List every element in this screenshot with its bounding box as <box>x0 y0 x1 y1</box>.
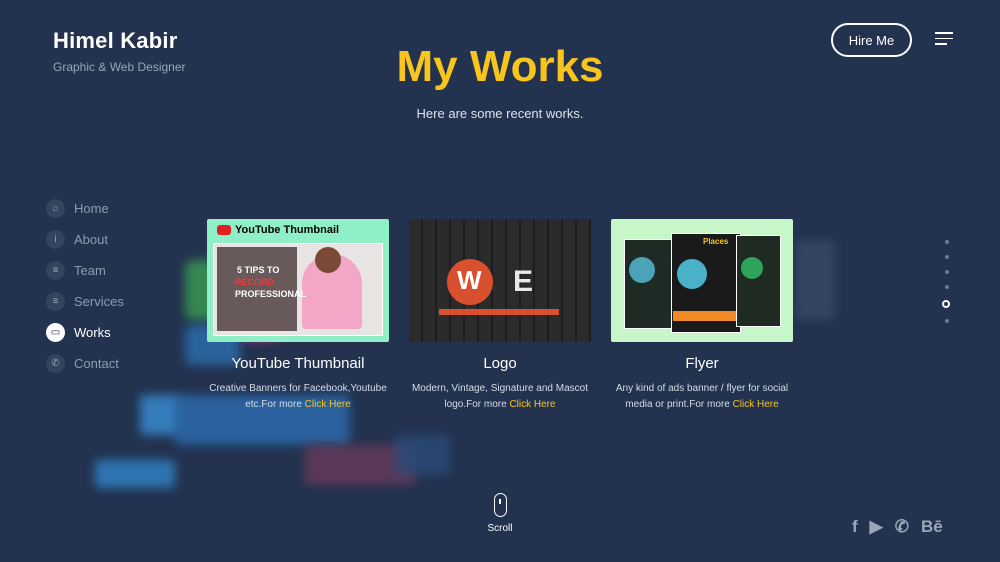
work-card-logo[interactable]: W E Logo Modern, Vintage, Signature and … <box>409 219 591 413</box>
nav-item-about[interactable]: i About <box>46 224 124 255</box>
page-dot[interactable] <box>945 285 949 289</box>
services-icon: ≡ <box>46 292 65 311</box>
page-dot[interactable] <box>945 319 949 323</box>
section-subtitle: Here are some recent works. <box>416 106 584 121</box>
nav-item-home[interactable]: ⌂ Home <box>46 193 124 224</box>
work-card-flyer[interactable]: Places Flyer Any kind of ads banner / fl… <box>611 219 793 413</box>
thumb-heading: YouTube Thumbnail <box>235 224 340 236</box>
work-description: Modern, Vintage, Signature and Mascot lo… <box>411 383 589 410</box>
flyer-places-label: Places <box>703 237 729 246</box>
scroll-indicator[interactable]: Scroll <box>486 493 514 534</box>
team-icon: ≡ <box>46 261 65 280</box>
page-dot[interactable] <box>945 240 949 244</box>
nav-label: Team <box>74 263 106 278</box>
section-pagination <box>942 240 950 334</box>
behance-icon[interactable]: Bē <box>921 517 943 537</box>
page-dot-active[interactable] <box>942 300 950 308</box>
phone-icon: ✆ <box>46 354 65 373</box>
thumb-line3: PROFESSIONAL <box>235 289 307 299</box>
mouse-icon <box>493 493 507 517</box>
logo-w-mark: W <box>457 265 482 295</box>
work-title: YouTube Thumbnail <box>231 355 365 372</box>
thumb-line2: RECORD <box>235 277 275 287</box>
click-here-link[interactable]: Click Here <box>305 399 351 410</box>
scroll-label: Scroll <box>487 523 513 534</box>
click-here-link[interactable]: Click Here <box>733 399 779 410</box>
info-icon: i <box>46 230 65 249</box>
page-dot[interactable] <box>945 270 949 274</box>
logo-e-mark: E <box>513 265 534 298</box>
youtube-thumbnail-image[interactable]: YouTube Thumbnail 5 TIPS TO RECORD PROFE… <box>207 219 389 342</box>
phone-icon[interactable]: ✆ <box>895 517 909 537</box>
section-title: My Works <box>396 42 604 91</box>
youtube-icon[interactable]: ▶ <box>870 517 883 537</box>
work-description: Any kind of ads banner / flyer for socia… <box>615 383 789 410</box>
nav-item-services[interactable]: ≡ Services <box>46 286 124 317</box>
side-nav: ⌂ Home i About ≡ Team ≡ Services ▭ Works ✆ Con… <box>46 193 124 379</box>
social-links: f ▶ ✆ Bē <box>852 517 943 537</box>
nav-label: Home <box>74 201 109 216</box>
home-icon: ⌂ <box>46 199 65 218</box>
logo-image[interactable]: W E <box>409 219 591 342</box>
nav-item-contact[interactable]: ✆ Contact <box>46 348 124 379</box>
thumb-line1: 5 TIPS TO <box>237 265 280 275</box>
work-card-youtube[interactable]: YouTube Thumbnail 5 TIPS TO RECORD PROFE… <box>207 219 389 413</box>
flyer-image[interactable]: Places <box>611 219 793 342</box>
facebook-icon[interactable]: f <box>852 517 858 537</box>
page-dot[interactable] <box>945 255 949 259</box>
nav-label: About <box>74 232 108 247</box>
nav-label: Services <box>74 294 124 309</box>
nav-label: Works <box>74 325 111 340</box>
work-title: Logo <box>483 355 517 372</box>
nav-item-team[interactable]: ≡ Team <box>46 255 124 286</box>
work-description: Creative Banners for Facebook,Youtube et… <box>209 383 387 410</box>
nav-label: Contact <box>74 356 119 371</box>
nav-item-works[interactable]: ▭ Works <box>46 317 124 348</box>
work-title: Flyer <box>685 355 719 372</box>
click-here-link[interactable]: Click Here <box>509 399 555 410</box>
works-icon: ▭ <box>46 323 65 342</box>
